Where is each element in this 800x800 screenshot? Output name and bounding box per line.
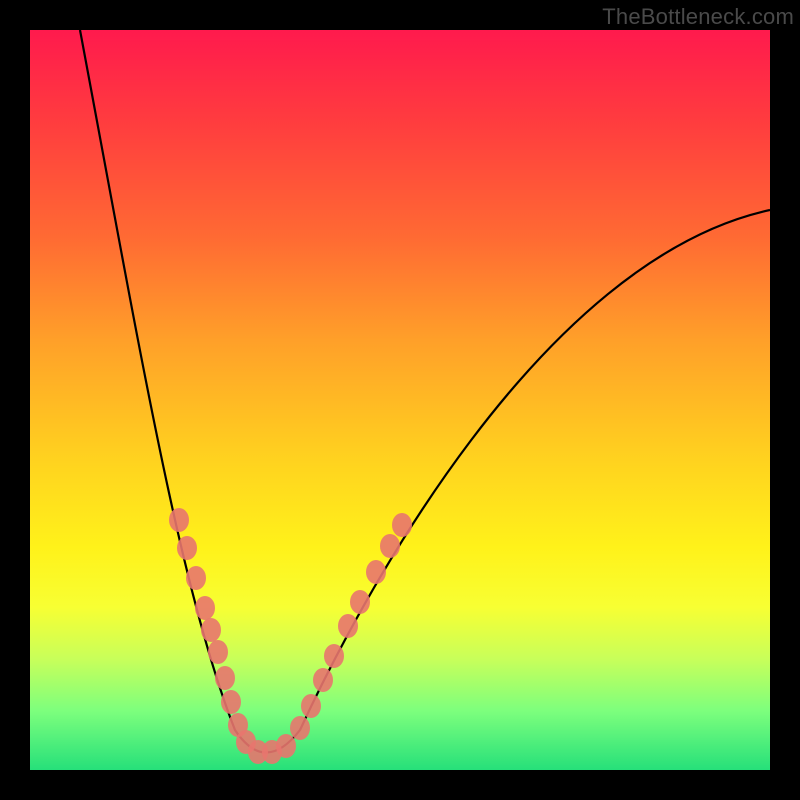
data-bead: [290, 716, 310, 740]
data-bead: [215, 666, 235, 690]
data-bead: [195, 596, 215, 620]
data-bead: [177, 536, 197, 560]
data-bead: [221, 690, 241, 714]
data-bead: [338, 614, 358, 638]
data-bead: [208, 640, 228, 664]
bead-group: [169, 508, 412, 764]
curve-overlay: [30, 30, 770, 770]
data-bead: [350, 590, 370, 614]
data-bead: [392, 513, 412, 537]
data-bead: [313, 668, 333, 692]
watermark-text: TheBottleneck.com: [602, 4, 794, 30]
data-bead: [301, 694, 321, 718]
data-bead: [276, 734, 296, 758]
data-bead: [366, 560, 386, 584]
bottleneck-curve: [80, 30, 770, 753]
data-bead: [380, 534, 400, 558]
data-bead: [324, 644, 344, 668]
data-bead: [169, 508, 189, 532]
data-bead: [186, 566, 206, 590]
data-bead: [201, 618, 221, 642]
